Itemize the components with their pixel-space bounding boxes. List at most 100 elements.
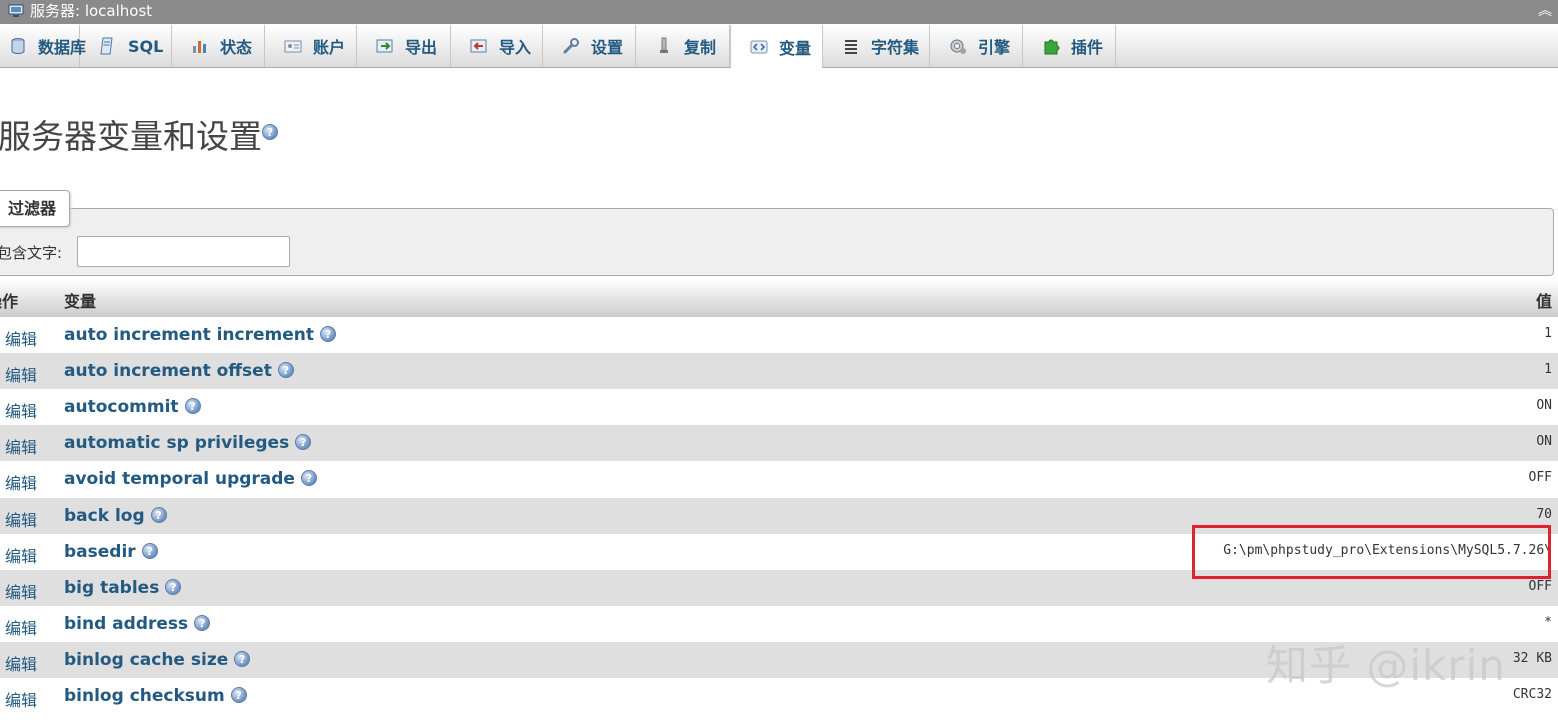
edit-link[interactable]: 编辑: [5, 434, 37, 458]
help-icon[interactable]: ?: [262, 124, 278, 140]
plugin-icon: [1041, 36, 1061, 56]
table-row: 编辑 auto increment increment? 1: [0, 317, 1558, 353]
help-icon[interactable]: ?: [150, 507, 167, 523]
watermark: 知乎 @ikrin: [1266, 641, 1506, 690]
variable-name-cell: avoid temporal upgrade?: [64, 469, 317, 489]
tab-label: 设置: [591, 38, 624, 57]
tab-7[interactable]: 复制: [636, 25, 730, 67]
variable-value: ON: [1536, 398, 1552, 413]
accounts-icon: [283, 36, 303, 56]
tab-4[interactable]: 导出: [357, 25, 451, 67]
server-icon: [8, 4, 24, 17]
variable-name-cell: binlog checksum?: [64, 686, 247, 706]
variable-value: *: [1544, 615, 1552, 630]
edit-link[interactable]: 编辑: [5, 543, 37, 567]
variable-name-cell: auto increment offset?: [64, 361, 294, 381]
variable-name: auto increment offset: [64, 361, 272, 381]
variable-name: big tables: [64, 578, 160, 598]
edit-link[interactable]: 编辑: [5, 615, 37, 639]
edit-link[interactable]: 编辑: [5, 579, 37, 603]
variable-name: basedir: [64, 542, 136, 562]
database-icon: [8, 36, 28, 56]
edit-link[interactable]: 编辑: [5, 470, 37, 494]
collapse-icon[interactable]: ︽: [1538, 0, 1552, 22]
tab-label: 引擎: [978, 38, 1011, 57]
variable-name-cell: auto increment increment?: [64, 325, 337, 345]
help-icon[interactable]: ?: [320, 326, 337, 342]
table-header: 操作 变量 值: [0, 279, 1558, 318]
help-icon[interactable]: ?: [234, 651, 251, 667]
table-row: 编辑 avoid temporal upgrade? OFF: [0, 461, 1558, 497]
help-icon[interactable]: ?: [141, 543, 158, 559]
help-icon[interactable]: ?: [184, 398, 201, 414]
table-row: 编辑 autocommit? ON: [0, 389, 1558, 425]
sql-icon: [98, 36, 118, 56]
variable-value: 32 KB: [1512, 651, 1552, 666]
variable-value: 1: [1544, 326, 1552, 341]
variable-name-cell: bind address?: [64, 614, 211, 634]
edit-link[interactable]: 编辑: [5, 398, 37, 422]
edit-link[interactable]: 编辑: [5, 651, 37, 675]
help-icon[interactable]: ?: [230, 687, 247, 703]
help-icon[interactable]: ?: [277, 362, 294, 378]
variable-name: automatic sp privileges: [64, 433, 290, 453]
help-icon[interactable]: ?: [165, 579, 182, 595]
window-title: 服务器: localhost: [30, 2, 153, 20]
variable-value: CRC32: [1512, 687, 1552, 702]
tab-3[interactable]: 账户: [265, 25, 357, 67]
variable-name: auto increment increment: [64, 325, 315, 345]
variables-icon: [749, 37, 769, 57]
edit-link[interactable]: 编辑: [5, 507, 37, 531]
edit-link[interactable]: 编辑: [5, 326, 37, 350]
edit-link[interactable]: 编辑: [5, 362, 37, 386]
tab-10[interactable]: 引擎: [930, 25, 1023, 67]
header-variable[interactable]: 变量: [64, 288, 96, 312]
variable-value: 70: [1536, 507, 1552, 522]
status-chart-icon: [190, 36, 210, 56]
tab-0[interactable]: 数据库: [0, 25, 86, 67]
tab-label: 账户: [313, 38, 346, 57]
tab-label: 字符集: [871, 38, 920, 57]
edit-link[interactable]: 编辑: [5, 687, 37, 711]
tab-label: SQL: [128, 36, 164, 56]
header-action: 操作: [0, 292, 19, 311]
tab-9[interactable]: 字符集: [823, 25, 930, 67]
tab-label: 复制: [684, 38, 717, 57]
import-icon: [469, 36, 489, 56]
tab-1[interactable]: SQL: [80, 25, 172, 67]
window-titlebar: 服务器: localhost ︽: [0, 0, 1558, 24]
tab-label: 导出: [405, 38, 438, 57]
tab-8[interactable]: 变量: [730, 25, 823, 68]
tab-label: 数据库: [38, 38, 87, 57]
tab-11[interactable]: 插件: [1023, 25, 1116, 67]
table-row: 编辑 auto increment offset? 1: [0, 353, 1558, 389]
variable-name-cell: big tables?: [64, 578, 182, 598]
help-icon[interactable]: ?: [295, 434, 312, 450]
server-tab-bar: 数据库 SQL 状态 账户 导出 导入 设置 复制 变量 字符集 引擎 插件: [0, 25, 1558, 68]
variable-name: binlog cache size: [64, 650, 229, 670]
variable-name-cell: back log?: [64, 506, 167, 526]
export-icon: [375, 36, 395, 56]
help-icon[interactable]: ?: [194, 615, 211, 631]
variable-name: avoid temporal upgrade: [64, 469, 295, 489]
tab-2[interactable]: 状态: [172, 25, 265, 67]
filter-text-input[interactable]: [77, 236, 290, 267]
variable-name: bind address: [64, 614, 189, 634]
filter-legend: 过滤器: [0, 190, 70, 227]
header-value: 值: [1535, 292, 1552, 311]
page-title: 服务器变量和设置: [0, 117, 262, 156]
variable-value: OFF: [1528, 579, 1552, 594]
tab-label: 插件: [1071, 38, 1104, 57]
variable-name-cell: basedir?: [64, 542, 158, 562]
variable-name-cell: automatic sp privileges?: [64, 433, 312, 453]
tab-5[interactable]: 导入: [451, 25, 543, 67]
variable-value: ON: [1536, 434, 1552, 449]
engine-icon: [948, 36, 968, 56]
filter-label: 包含文字:: [0, 244, 63, 262]
tab-6[interactable]: 设置: [543, 25, 636, 67]
variable-name: binlog checksum: [64, 686, 225, 706]
variable-name-cell: autocommit?: [64, 397, 201, 417]
table-row: 编辑 automatic sp privileges? ON: [0, 425, 1558, 461]
annotation-highlight-box: [1192, 525, 1551, 579]
help-icon[interactable]: ?: [300, 470, 317, 486]
